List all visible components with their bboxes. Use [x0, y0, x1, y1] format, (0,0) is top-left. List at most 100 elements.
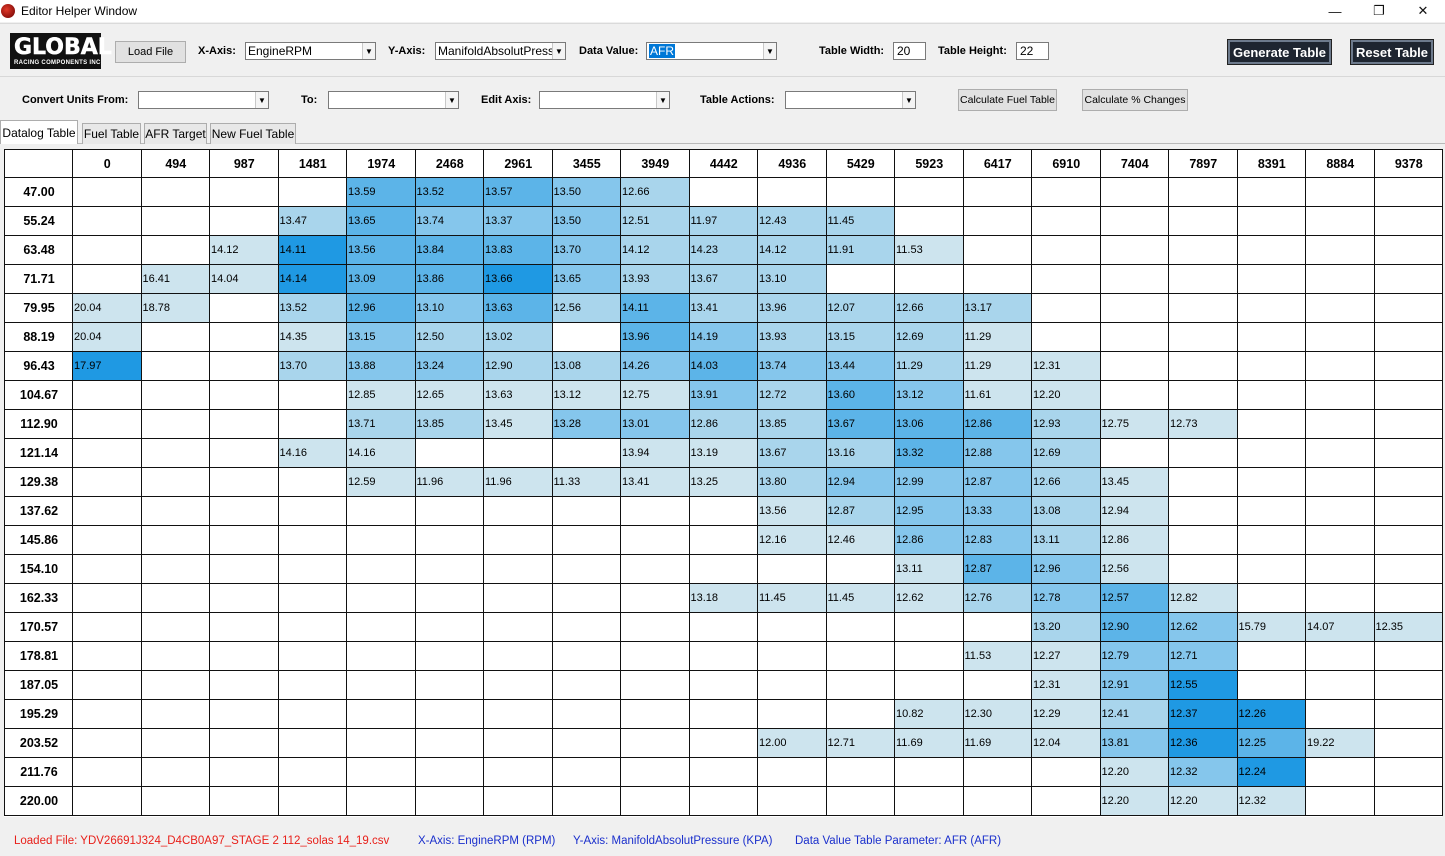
table-cell[interactable] [894, 206, 964, 236]
table-cell[interactable]: 12.32 [1168, 757, 1238, 787]
table-cell[interactable] [620, 554, 690, 584]
table-cell[interactable] [1373, 583, 1443, 613]
table-cell[interactable] [825, 699, 895, 729]
table-cell[interactable] [277, 641, 347, 671]
table-cell[interactable]: 13.11 [894, 554, 964, 584]
table-cell[interactable] [72, 786, 142, 816]
table-cell[interactable]: 13.09 [346, 264, 416, 294]
table-cell[interactable] [1099, 177, 1169, 207]
table-cell[interactable] [551, 641, 621, 671]
table-cell[interactable] [414, 757, 484, 787]
table-cell[interactable]: 12.94 [825, 467, 895, 497]
table-cell[interactable] [346, 757, 416, 787]
table-cell[interactable] [72, 380, 142, 410]
table-cell[interactable] [1031, 264, 1101, 294]
table-cell[interactable]: 12.86 [688, 409, 758, 439]
table-cell[interactable]: 14.35 [277, 322, 347, 352]
table-cell[interactable] [72, 583, 142, 613]
table-cell[interactable]: 12.20 [1099, 786, 1169, 816]
table-cell[interactable] [209, 322, 279, 352]
load-file-button[interactable]: Load File [115, 41, 186, 63]
table-cell[interactable]: 13.50 [551, 177, 621, 207]
table-cell[interactable]: 12.78 [1031, 583, 1101, 613]
table-cell[interactable]: 13.11 [1031, 525, 1101, 555]
table-cell[interactable] [140, 641, 210, 671]
table-cell[interactable]: 13.10 [757, 264, 827, 294]
table-cell[interactable]: 12.86 [1099, 525, 1169, 555]
table-cell[interactable] [894, 670, 964, 700]
table-height-input[interactable]: 22 [1016, 42, 1049, 60]
chevron-down-icon[interactable]: ▼ [255, 92, 268, 108]
table-cell[interactable]: 13.32 [894, 438, 964, 468]
table-cell[interactable] [414, 641, 484, 671]
table-cell[interactable]: 12.75 [1099, 409, 1169, 439]
table-cell[interactable]: 12.69 [1031, 438, 1101, 468]
table-cell[interactable]: 12.71 [1168, 641, 1238, 671]
table-cell[interactable] [209, 467, 279, 497]
calculate-fuel-table-button[interactable]: Calculate Fuel Table [958, 89, 1057, 111]
table-cell[interactable] [620, 728, 690, 758]
table-cell[interactable]: 12.25 [1236, 728, 1306, 758]
table-cell[interactable] [894, 264, 964, 294]
table-cell[interactable] [1168, 554, 1238, 584]
table-cell[interactable] [140, 380, 210, 410]
table-cell[interactable] [1236, 322, 1306, 352]
table-cell[interactable] [346, 728, 416, 758]
table-cell[interactable] [1099, 380, 1169, 410]
table-cell[interactable] [1305, 525, 1375, 555]
table-cell[interactable] [140, 409, 210, 439]
table-cell[interactable] [1305, 177, 1375, 207]
table-cell[interactable] [140, 322, 210, 352]
table-cell[interactable]: 13.59 [346, 177, 416, 207]
column-header[interactable]: 5923 [894, 149, 964, 178]
row-header[interactable]: 220.00 [4, 786, 73, 816]
table-cell[interactable] [1305, 293, 1375, 323]
table-cell[interactable] [1373, 409, 1443, 439]
x-axis-select[interactable]: EngineRPM ▼ [245, 42, 376, 60]
column-header[interactable]: 1974 [346, 149, 416, 178]
table-cell[interactable] [1168, 351, 1238, 381]
table-cell[interactable]: 20.04 [72, 293, 142, 323]
table-cell[interactable] [551, 554, 621, 584]
table-cell[interactable] [1373, 496, 1443, 526]
table-cell[interactable] [1031, 206, 1101, 236]
table-cell[interactable]: 12.57 [1099, 583, 1169, 613]
table-cell[interactable]: 14.11 [620, 293, 690, 323]
table-cell[interactable]: 11.33 [551, 467, 621, 497]
table-cell[interactable] [140, 467, 210, 497]
table-cell[interactable] [688, 699, 758, 729]
table-cell[interactable] [483, 554, 553, 584]
table-cell[interactable]: 12.41 [1099, 699, 1169, 729]
table-cell[interactable] [894, 757, 964, 787]
table-cell[interactable]: 13.65 [346, 206, 416, 236]
table-cell[interactable]: 12.86 [894, 525, 964, 555]
table-cell[interactable] [825, 670, 895, 700]
table-cell[interactable]: 12.69 [894, 322, 964, 352]
table-cell[interactable] [140, 177, 210, 207]
table-cell[interactable] [483, 757, 553, 787]
table-cell[interactable]: 13.56 [757, 496, 827, 526]
table-cell[interactable] [551, 612, 621, 642]
table-cell[interactable]: 12.65 [414, 380, 484, 410]
row-header[interactable]: 79.95 [4, 293, 73, 323]
table-cell[interactable]: 17.97 [72, 351, 142, 381]
table-cell[interactable] [825, 554, 895, 584]
table-cell[interactable] [72, 670, 142, 700]
table-cell[interactable] [483, 496, 553, 526]
table-cell[interactable]: 11.45 [825, 583, 895, 613]
table-cell[interactable]: 12.37 [1168, 699, 1238, 729]
table-cell[interactable] [209, 786, 279, 816]
row-header[interactable]: 71.71 [4, 264, 73, 294]
table-cell[interactable] [1099, 206, 1169, 236]
row-header[interactable]: 145.86 [4, 525, 73, 555]
table-cell[interactable]: 12.95 [894, 496, 964, 526]
table-cell[interactable] [1373, 786, 1443, 816]
column-header[interactable]: 987 [209, 149, 279, 178]
row-header[interactable]: 104.67 [4, 380, 73, 410]
table-cell[interactable] [1305, 264, 1375, 294]
table-cell[interactable] [688, 757, 758, 787]
table-cell[interactable] [1099, 293, 1169, 323]
table-cell[interactable]: 13.85 [757, 409, 827, 439]
table-cell[interactable] [1099, 235, 1169, 265]
table-cell[interactable] [1236, 293, 1306, 323]
